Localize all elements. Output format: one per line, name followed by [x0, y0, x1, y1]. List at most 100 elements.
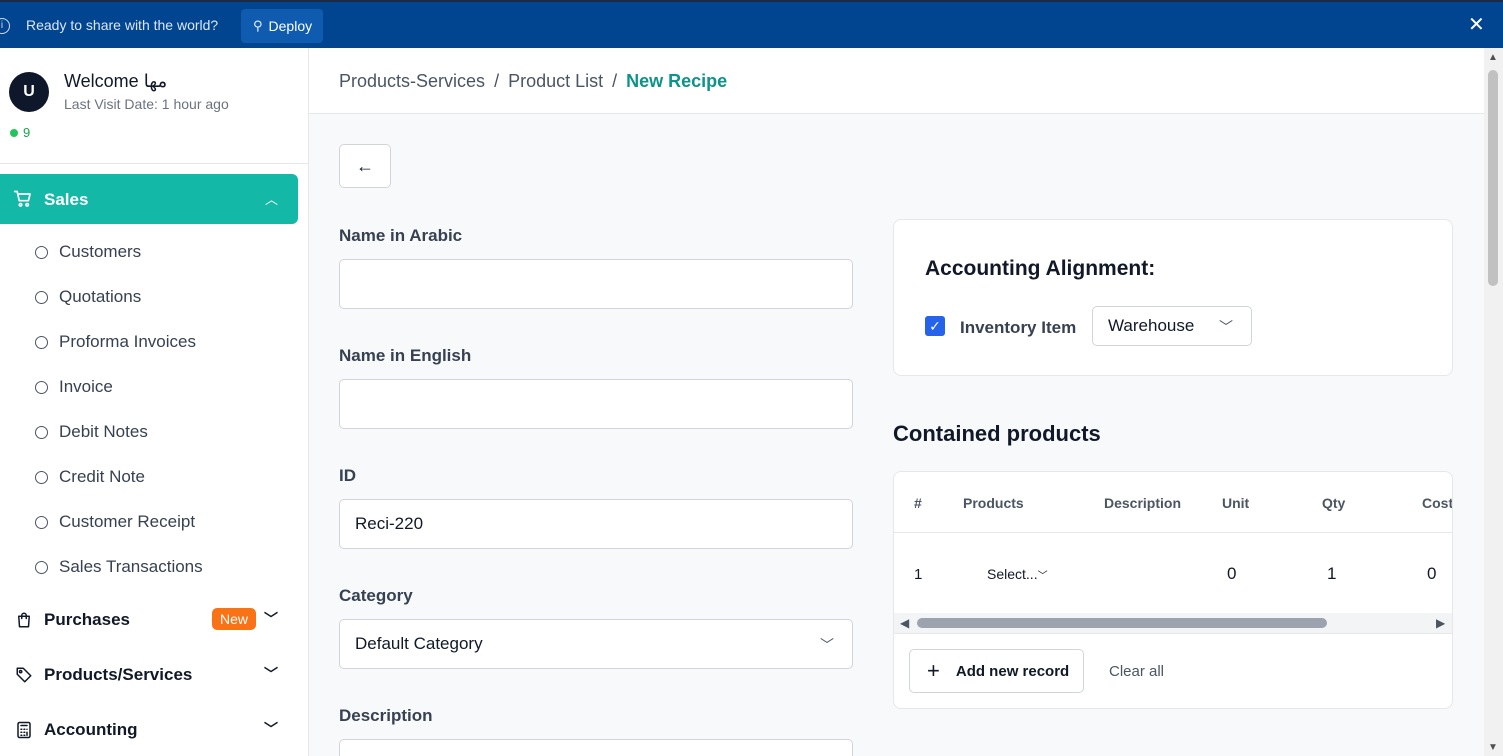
- row-unit[interactable]: 0: [1227, 564, 1236, 584]
- sidebar-item-label: Sales: [44, 190, 89, 209]
- sidebar-subitem-quotations[interactable]: Quotations: [35, 286, 141, 308]
- deploy-banner: i Ready to share with the world? ⚲ Deplo…: [0, 0, 1503, 48]
- calculator-icon: [14, 720, 34, 740]
- sidebar-item-purchases[interactable]: Purchases New ﹀: [14, 607, 284, 633]
- last-visit-text: Last Visit Date: 1 hour ago: [64, 96, 229, 112]
- table-header-divider: [894, 532, 1452, 533]
- id-input[interactable]: Reci-220: [339, 499, 853, 549]
- chevron-down-icon: ﹀: [264, 611, 278, 627]
- shopping-bag-icon: [14, 610, 34, 630]
- sidebar-item-sales[interactable]: Sales ︿: [0, 174, 298, 224]
- sidebar-subitem-invoice[interactable]: Invoice: [35, 376, 113, 398]
- category-value: Default Category: [355, 634, 483, 653]
- add-new-record-label: Add new record: [955, 662, 1070, 680]
- scroll-right-arrow-icon[interactable]: ▶: [1436, 616, 1445, 630]
- breadcrumb-product-list[interactable]: Product List: [508, 71, 603, 92]
- name-arabic-label: Name in Arabic: [339, 226, 463, 245]
- breadcrumb-separator: /: [612, 71, 618, 91]
- accounting-alignment-card: Accounting Alignment: ✓ Inventory Item W…: [893, 219, 1453, 376]
- avatar[interactable]: U: [9, 72, 49, 112]
- welcome-text: Welcome مها: [64, 71, 168, 91]
- deploy-button[interactable]: ⚲ Deploy: [241, 9, 324, 43]
- sidebar-subitem-proforma-invoices[interactable]: Proforma Invoices: [35, 331, 196, 353]
- row-cost[interactable]: 0: [1427, 564, 1436, 584]
- breadcrumb-separator: /: [494, 71, 500, 91]
- chevron-down-icon: ﹀: [820, 637, 834, 653]
- inventory-item-checkbox[interactable]: ✓: [925, 316, 945, 336]
- circle-icon: [35, 515, 48, 529]
- name-english-input[interactable]: [339, 379, 853, 429]
- add-new-record-button[interactable]: + Add new record: [909, 649, 1084, 693]
- table-horizontal-scrollbar[interactable]: ◀ ▶: [894, 613, 1452, 633]
- scrollbar-thumb[interactable]: [917, 618, 1327, 628]
- sidebar-subitem-label: Credit Note: [59, 467, 145, 486]
- status-count: 9: [23, 125, 31, 140]
- chevron-down-icon: ﹀: [264, 721, 278, 737]
- row-qty[interactable]: 1: [1327, 564, 1336, 584]
- scroll-up-arrow-icon[interactable]: ▲: [1488, 52, 1498, 63]
- circle-icon: [35, 290, 48, 304]
- sidebar-subitem-label: Customer Receipt: [59, 512, 196, 531]
- name-arabic-input[interactable]: [339, 259, 853, 309]
- cart-icon: [13, 190, 31, 207]
- sidebar-subitem-customers[interactable]: Customers: [35, 241, 141, 263]
- column-header-index: #: [914, 495, 922, 511]
- sidebar-divider: [0, 163, 308, 164]
- breadcrumb-products-services[interactable]: Products-Services: [339, 71, 485, 92]
- circle-icon: [35, 560, 48, 574]
- banner-message: Ready to share with the world?: [26, 17, 219, 33]
- online-status-dot: [10, 129, 18, 137]
- column-header-products: Products: [963, 495, 1024, 511]
- circle-icon: [35, 425, 48, 439]
- column-header-description: Description: [1104, 495, 1182, 511]
- product-select-value: Select...: [987, 566, 1038, 582]
- contained-products-title: Contained products: [893, 421, 1101, 446]
- scroll-down-arrow-icon[interactable]: ▼: [1488, 742, 1498, 753]
- sidebar-subitem-customer-receipt[interactable]: Customer Receipt: [35, 511, 195, 533]
- category-select[interactable]: Default Category ﹀: [339, 619, 853, 669]
- description-label: Description: [339, 706, 433, 725]
- product-select[interactable]: Select...﹀: [987, 566, 1048, 582]
- chevron-down-icon: ﹀: [264, 666, 278, 682]
- scrollbar-thumb[interactable]: [1488, 70, 1498, 286]
- close-icon[interactable]: ✕: [1468, 15, 1485, 35]
- column-header-qty: Qty: [1322, 495, 1346, 511]
- category-label: Category: [339, 586, 413, 605]
- warehouse-select[interactable]: Warehouse ﹀: [1092, 306, 1252, 346]
- description-input[interactable]: [339, 739, 853, 756]
- sidebar-subitem-label: Customers: [59, 242, 142, 261]
- sidebar-item-products-services[interactable]: Products/Services ﹀: [14, 662, 284, 688]
- arrow-left-icon: ←: [356, 155, 374, 176]
- sidebar-subitem-label: Quotations: [59, 287, 142, 306]
- sidebar-subitem-label: Sales Transactions: [59, 557, 203, 576]
- sidebar-subitem-sales-transactions[interactable]: Sales Transactions: [35, 556, 203, 578]
- warehouse-value: Warehouse: [1108, 316, 1195, 335]
- chevron-down-icon: ﹀: [1219, 319, 1233, 335]
- page-header: Products-Services / Product List / New R…: [309, 48, 1484, 114]
- back-button[interactable]: ←: [339, 144, 391, 188]
- sidebar-item-label: Products/Services: [44, 665, 193, 684]
- sidebar-subitem-credit-note[interactable]: Credit Note: [35, 466, 145, 488]
- deploy-label: Deploy: [268, 18, 313, 34]
- sidebar-subitem-label: Proforma Invoices: [59, 332, 196, 351]
- sidebar-item-label: Purchases: [44, 610, 130, 629]
- page-vertical-scrollbar[interactable]: ▲ ▼: [1484, 48, 1503, 756]
- circle-icon: [35, 335, 48, 349]
- id-label: ID: [339, 466, 356, 485]
- row-index: 1: [914, 566, 923, 583]
- tag-icon: [14, 665, 34, 685]
- breadcrumb-current: New Recipe: [626, 71, 728, 91]
- sidebar-item-accounting[interactable]: Accounting ﹀: [14, 717, 284, 743]
- sidebar-item-label: Accounting: [44, 720, 138, 739]
- chevron-up-icon: ︿: [265, 192, 279, 207]
- scroll-left-arrow-icon[interactable]: ◀: [900, 616, 909, 630]
- column-header-unit: Unit: [1222, 495, 1250, 511]
- inventory-item-label: Inventory Item: [960, 318, 1077, 337]
- clear-all-button[interactable]: Clear all: [1109, 663, 1164, 680]
- circle-icon: [35, 380, 48, 394]
- sidebar-subitem-debit-notes[interactable]: Debit Notes: [35, 421, 148, 443]
- contained-products-table: # Products Description Unit Qty Cost 1 S…: [893, 471, 1453, 709]
- sidebar-subitem-label: Debit Notes: [59, 422, 148, 441]
- rocket-icon: ⚲: [253, 18, 263, 33]
- circle-icon: [35, 470, 48, 484]
